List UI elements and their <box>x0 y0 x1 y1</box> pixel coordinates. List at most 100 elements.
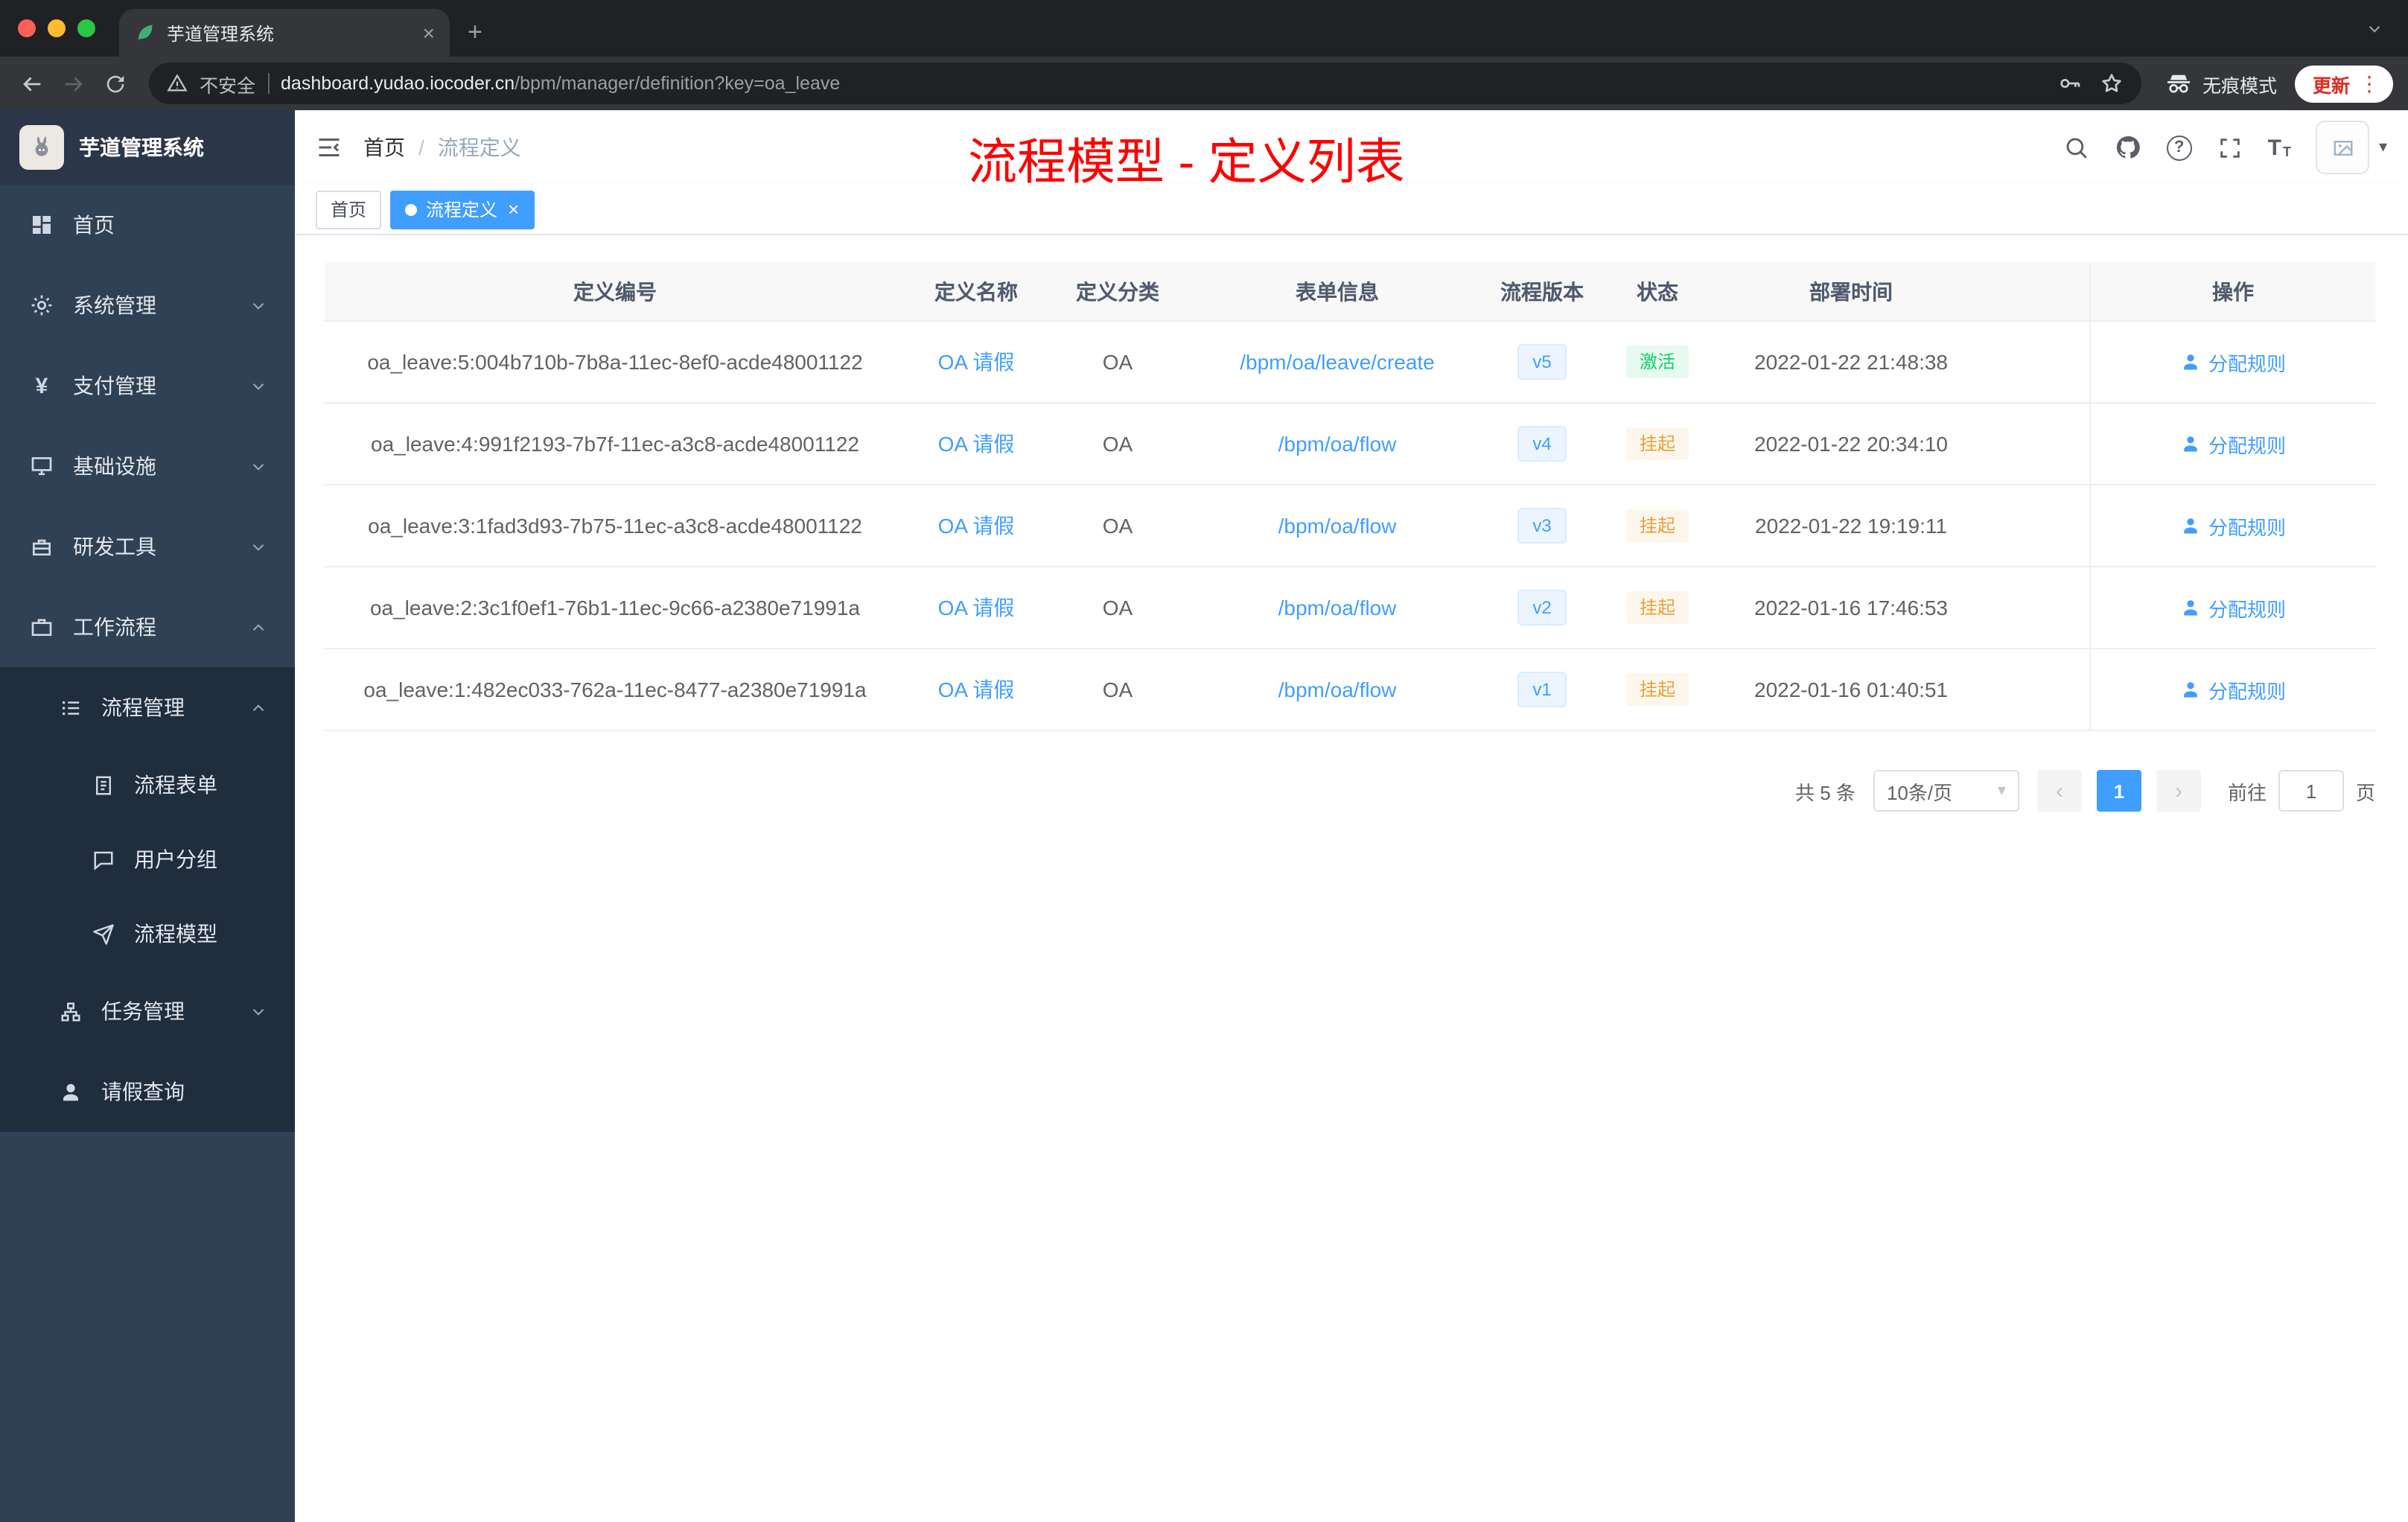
definition-category: OA <box>1102 432 1133 456</box>
sidebar-item-workflow[interactable]: 工作流程 <box>0 587 295 667</box>
github-icon[interactable] <box>2115 134 2141 161</box>
hamburger-icon <box>316 134 343 161</box>
table-row: oa_leave:4:991f2193-7b7f-11ec-a3c8-acde4… <box>325 404 2375 485</box>
assign-rule-button[interactable]: 分配规则 <box>2180 593 2286 622</box>
table-header-row: 定义编号 定义名称 定义分类 表单信息 流程版本 状态 部署时间 操作 <box>325 262 2375 322</box>
page-url[interactable]: dashboard.yudao.iocoder.cn/bpm/manager/d… <box>281 73 840 94</box>
form-link[interactable]: /bpm/oa/flow <box>1278 678 1397 701</box>
definition-name-link[interactable]: OA 请假 <box>938 347 1015 377</box>
sidebar-item-user-group[interactable]: 用户分组 <box>0 822 295 897</box>
assign-rule-button[interactable]: 分配规则 <box>2180 430 2286 458</box>
back-button[interactable] <box>12 64 51 103</box>
col-header-actions: 操作 <box>2089 262 2375 320</box>
status-badge: 挂起 <box>1625 591 1689 624</box>
chevron-down-icon <box>249 537 268 556</box>
window-zoom-button[interactable] <box>77 19 95 37</box>
pagination-total: 共 5 条 <box>1795 781 1856 803</box>
next-page-button[interactable]: › <box>2156 770 2201 812</box>
font-size-icon[interactable]: TT <box>2268 136 2291 159</box>
user-avatar-menu[interactable]: ▾ <box>2316 121 2387 174</box>
person-icon <box>2180 515 2201 536</box>
list-icon <box>60 696 82 719</box>
browser-tab[interactable]: 芋道管理系统 × <box>119 9 450 57</box>
tag-home[interactable]: 首页 <box>316 190 382 229</box>
bookmark-star-icon[interactable] <box>2100 71 2124 95</box>
user-icon <box>60 1080 82 1103</box>
tab-close-icon[interactable]: × <box>423 22 435 43</box>
sidebar-item-payment-mgmt[interactable]: ¥ 支付管理 <box>0 346 295 426</box>
security-label[interactable]: 不安全 <box>200 69 255 98</box>
fullscreen-icon[interactable] <box>2217 135 2243 160</box>
table-row: oa_leave:1:482ec033-762a-11ec-8477-a2380… <box>325 649 2375 731</box>
sidebar-item-dev-tools[interactable]: 研发工具 <box>0 506 295 587</box>
yen-icon: ¥ <box>35 373 48 398</box>
person-icon <box>2180 679 2201 700</box>
search-icon[interactable] <box>2064 135 2089 160</box>
active-dot <box>405 203 418 215</box>
page-size-select[interactable]: 10条/页 ▾ <box>1873 770 2019 812</box>
tree-icon <box>60 1000 82 1022</box>
page-jump-input[interactable] <box>2278 770 2344 812</box>
prev-page-button[interactable]: ‹ <box>2036 770 2082 812</box>
new-tab-button[interactable]: + <box>468 19 482 45</box>
app-title: 芋道管理系统 <box>79 136 204 159</box>
browser-update-button[interactable]: 更新 ⋮ <box>2294 65 2393 102</box>
definition-category: OA <box>1102 678 1133 701</box>
password-key-icon[interactable] <box>2058 71 2082 95</box>
sidebar-item-process-mgmt[interactable]: 流程管理 <box>0 667 295 748</box>
form-link[interactable]: /bpm/oa/flow <box>1278 596 1397 620</box>
assign-rule-button[interactable]: 分配规则 <box>2180 675 2286 704</box>
image-placeholder-icon <box>2332 136 2354 159</box>
col-header-definition-name: 定义名称 <box>934 279 1018 303</box>
tab-favicon <box>134 22 155 43</box>
breadcrumb-separator: / <box>418 136 424 159</box>
sidebar-item-task-mgmt[interactable]: 任务管理 <box>0 971 295 1051</box>
breadcrumb-home-link[interactable]: 首页 <box>363 133 405 162</box>
briefcase-icon <box>30 615 54 639</box>
table-row: oa_leave:2:3c1f0ef1-76b1-11ec-9c66-a2380… <box>325 567 2375 649</box>
version-badge: v5 <box>1517 344 1567 380</box>
forward-button[interactable] <box>54 64 92 103</box>
definition-id: oa_leave:2:3c1f0ef1-76b1-11ec-9c66-a2380… <box>369 596 860 620</box>
status-badge: 挂起 <box>1625 427 1689 460</box>
form-link[interactable]: /bpm/oa/flow <box>1278 432 1397 456</box>
send-icon <box>92 923 115 945</box>
definition-name-link[interactable]: OA 请假 <box>938 429 1015 459</box>
definition-name-link[interactable]: OA 请假 <box>938 593 1015 623</box>
window-minimize-button[interactable] <box>48 19 66 37</box>
chevron-down-icon <box>249 296 268 315</box>
form-link[interactable]: /bpm/oa/leave/create <box>1240 350 1435 374</box>
current-page-button[interactable]: 1 <box>2096 770 2141 812</box>
deploy-time: 2022-01-16 17:46:53 <box>1754 596 1948 620</box>
tag-close-icon[interactable]: × <box>508 200 519 219</box>
definition-name-link[interactable]: OA 请假 <box>938 675 1015 704</box>
sidebar-toggle-button[interactable] <box>295 110 363 185</box>
tag-process-definition[interactable]: 流程定义 × <box>390 190 535 229</box>
logo-image <box>19 125 64 170</box>
sidebar-item-process-model[interactable]: 流程模型 <box>0 897 295 971</box>
definition-name-link[interactable]: OA 请假 <box>938 511 1015 541</box>
assign-rule-button[interactable]: 分配规则 <box>2180 512 2286 540</box>
assign-rule-button[interactable]: 分配规则 <box>2180 348 2286 376</box>
status-badge: 挂起 <box>1625 673 1689 706</box>
window-close-button[interactable] <box>18 19 36 37</box>
sidebar-item-home[interactable]: 首页 <box>0 185 295 265</box>
browser-menu-icon[interactable]: ⋮ <box>2359 71 2380 96</box>
sidebar-item-infrastructure[interactable]: 基础设施 <box>0 426 295 506</box>
breadcrumb: 首页 / 流程定义 <box>363 133 521 162</box>
chevron-down-icon <box>249 1002 268 1021</box>
window-controls <box>0 0 119 57</box>
incognito-label: 无痕模式 <box>2202 75 2277 96</box>
tab-search-icon[interactable] <box>2365 19 2384 39</box>
reload-button[interactable] <box>95 64 134 103</box>
chat-icon <box>92 848 115 870</box>
sidebar-item-system-mgmt[interactable]: 系统管理 <box>0 265 295 346</box>
col-header-definition-id: 定义编号 <box>573 279 657 303</box>
caret-down-icon: ▾ <box>2378 138 2387 156</box>
sidebar-item-leave-query[interactable]: 请假查询 <box>0 1051 295 1132</box>
sidebar-item-process-form[interactable]: 流程表单 <box>0 748 295 822</box>
address-bar[interactable]: 不安全 dashboard.yudao.iocoder.cn/bpm/manag… <box>149 63 2141 104</box>
help-icon[interactable]: ? <box>2166 135 2192 160</box>
form-link[interactable]: /bpm/oa/flow <box>1278 514 1397 538</box>
definition-id: oa_leave:3:1fad3d93-7b75-11ec-a3c8-acde4… <box>368 514 862 538</box>
